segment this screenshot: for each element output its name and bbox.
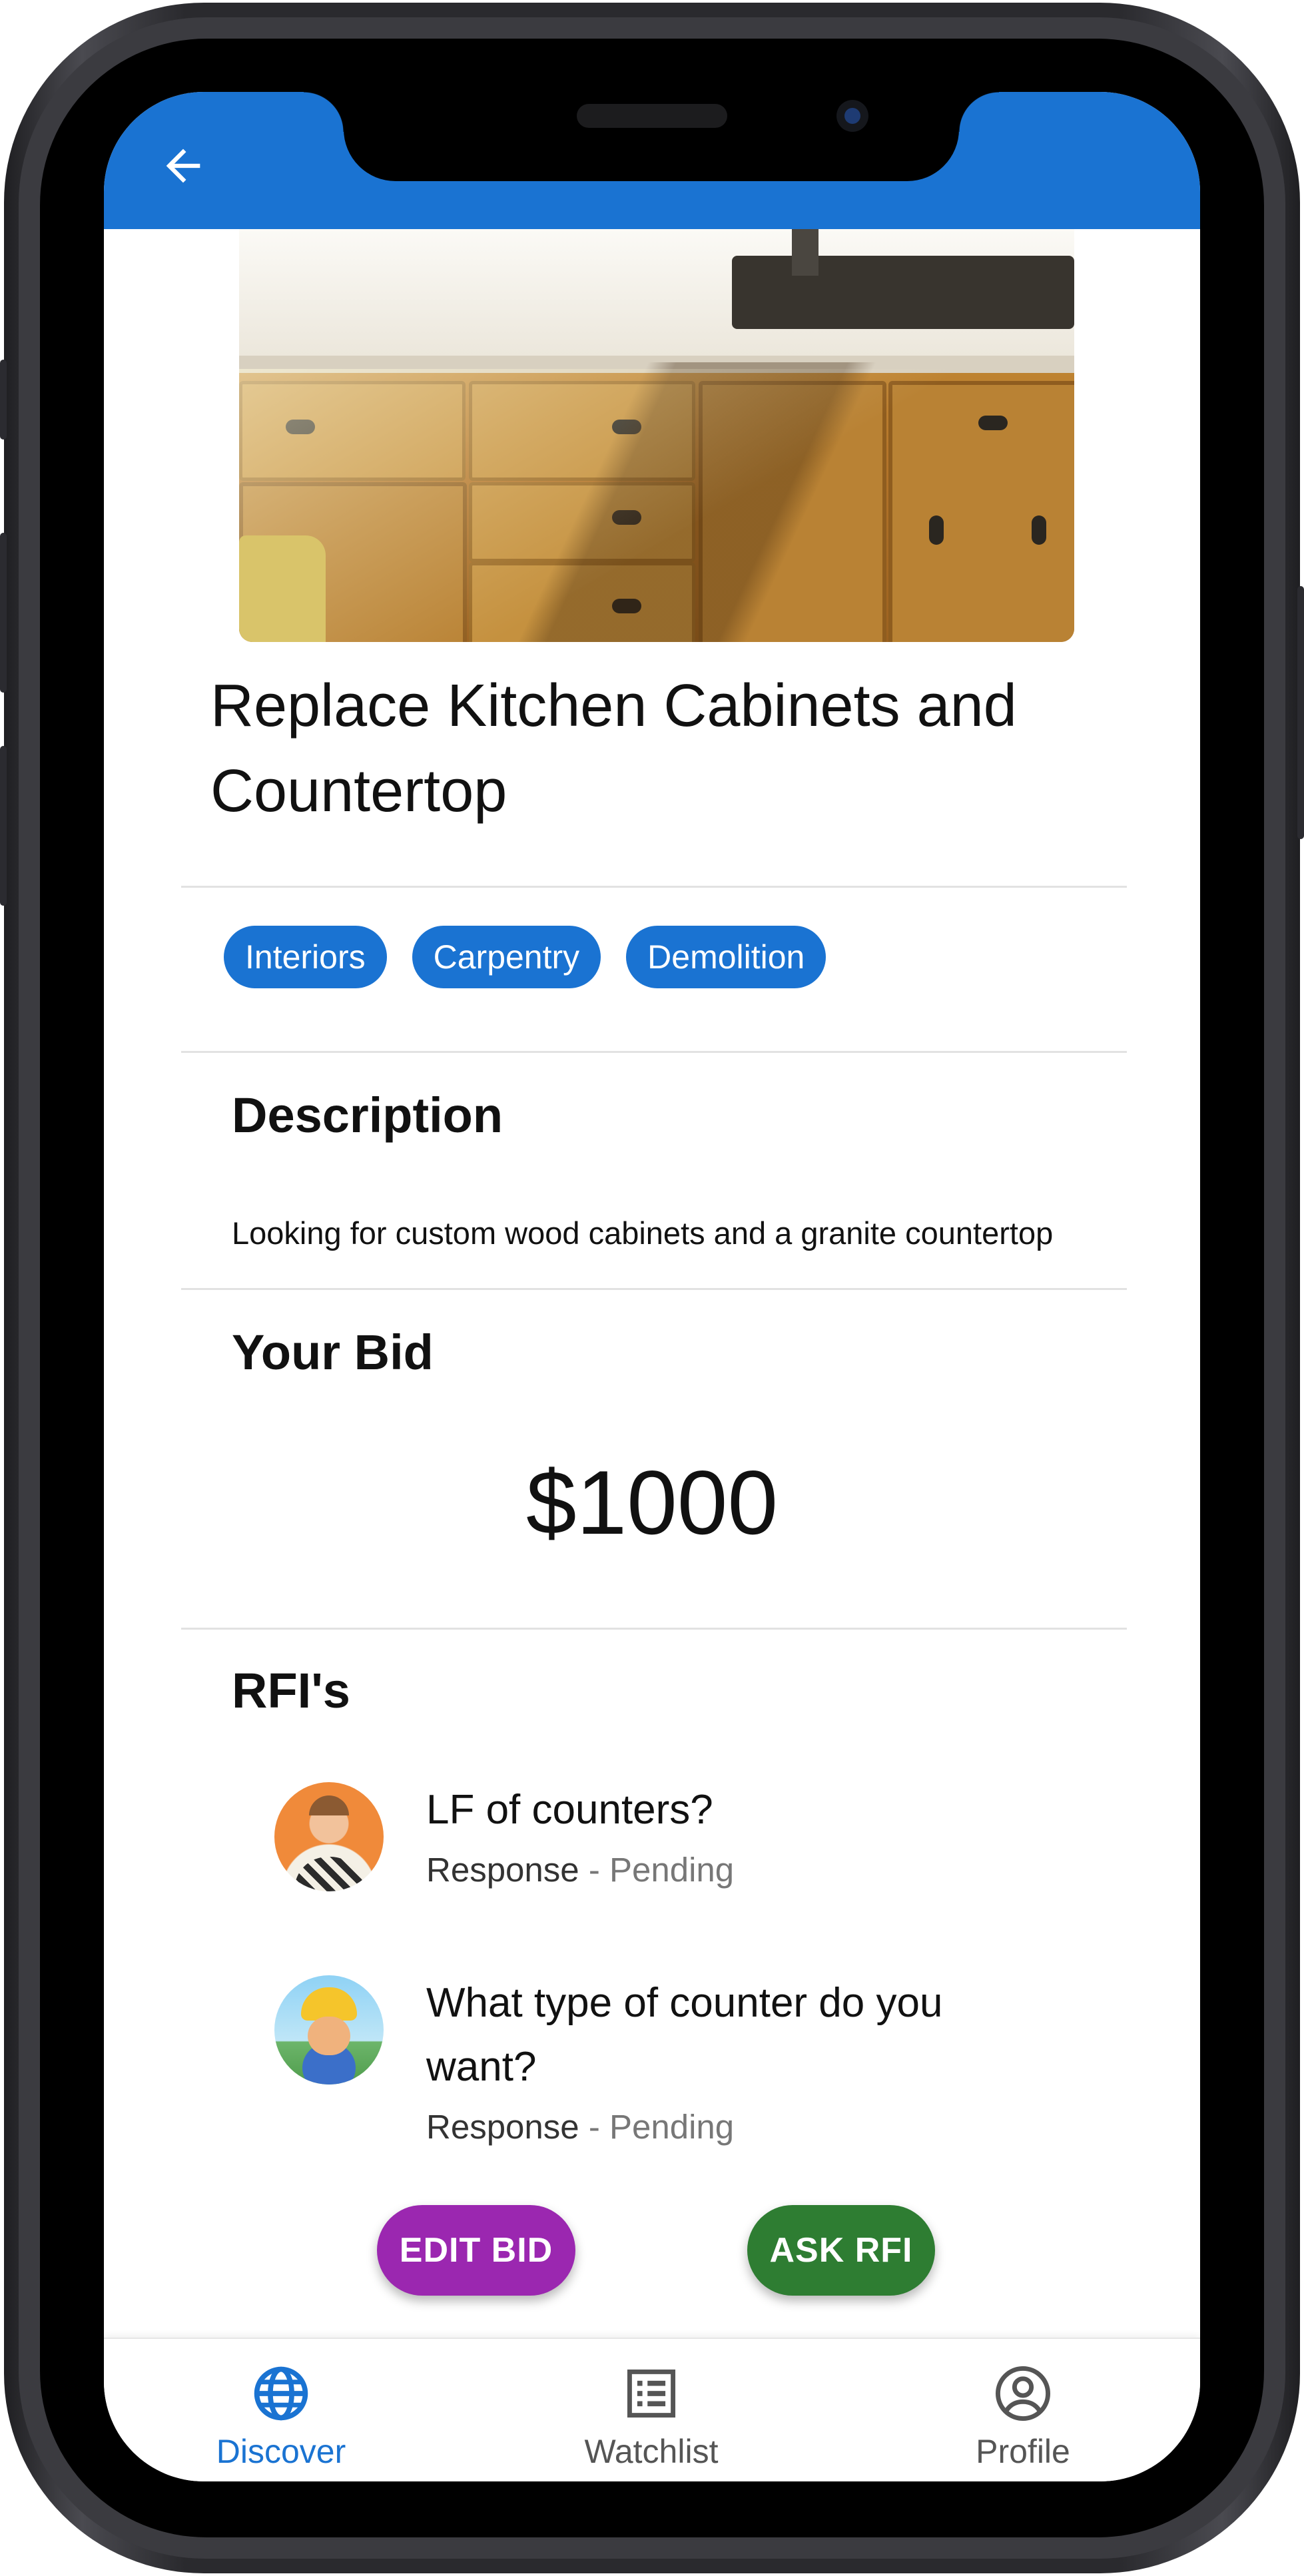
power-button xyxy=(1297,586,1304,839)
nav-label-discover: Discover xyxy=(216,2433,346,2470)
avatar xyxy=(274,1975,384,2085)
project-title: Replace Kitchen Cabinets and Countertop xyxy=(210,673,1017,824)
rfis-heading: RFI's xyxy=(232,1663,350,1718)
globe-icon xyxy=(254,2366,308,2421)
tag-chip-interiors[interactable]: Interiors xyxy=(224,926,387,988)
description-text: Looking for custom wood cabinets and a g… xyxy=(232,1215,1054,1251)
device-notch xyxy=(304,92,999,181)
bottom-navigation: Discover Watchlist Profile xyxy=(104,2338,1200,2481)
app-screen: Replace Kitchen Cabinets and Countertop … xyxy=(104,92,1200,2481)
nav-label-profile: Profile xyxy=(976,2433,1070,2470)
edit-bid-button[interactable]: EDIT BID xyxy=(377,2205,575,2296)
tag-list: Interiors Carpentry Demolition xyxy=(224,926,826,988)
rfi-response: Response - Pending xyxy=(426,1850,734,1889)
response-separator: - xyxy=(579,2108,609,2146)
volume-up-button xyxy=(0,533,7,693)
arrow-left-icon xyxy=(166,149,200,183)
response-separator: - xyxy=(579,1851,609,1889)
rfi-question: LF of counters? xyxy=(426,1787,713,1833)
mute-switch xyxy=(0,360,7,440)
bid-amount: $1000 xyxy=(525,1452,779,1553)
divider xyxy=(181,1628,1127,1630)
nav-item-profile[interactable]: Profile xyxy=(910,2363,1136,2471)
description-heading: Description xyxy=(232,1088,503,1143)
project-photo xyxy=(239,229,1074,642)
response-status: Pending xyxy=(609,1851,735,1889)
ask-rfi-button[interactable]: ASK RFI xyxy=(747,2205,935,2296)
divider xyxy=(181,886,1127,888)
avatar xyxy=(274,1782,384,1891)
account-circle-icon xyxy=(995,2366,1051,2421)
volume-down-button xyxy=(0,746,7,906)
front-camera xyxy=(836,100,868,132)
your-bid-heading: Your Bid xyxy=(232,1325,434,1380)
response-label: Response xyxy=(426,1851,579,1889)
tag-chip-carpentry[interactable]: Carpentry xyxy=(412,926,601,988)
speaker-grille xyxy=(577,104,727,128)
list-icon xyxy=(627,2369,676,2418)
nav-item-watchlist[interactable]: Watchlist xyxy=(538,2363,765,2471)
response-status: Pending xyxy=(609,2108,735,2146)
rfi-question: What type of counter do you want? xyxy=(426,1980,943,2090)
divider xyxy=(181,1288,1127,1290)
back-button[interactable] xyxy=(147,129,220,202)
nav-label-watchlist: Watchlist xyxy=(584,2433,719,2470)
nav-item-discover[interactable]: Discover xyxy=(168,2363,394,2471)
rfi-response: Response - Pending xyxy=(426,2107,734,2146)
tag-chip-demolition[interactable]: Demolition xyxy=(626,926,826,988)
response-label: Response xyxy=(426,2108,579,2146)
divider xyxy=(181,1051,1127,1053)
